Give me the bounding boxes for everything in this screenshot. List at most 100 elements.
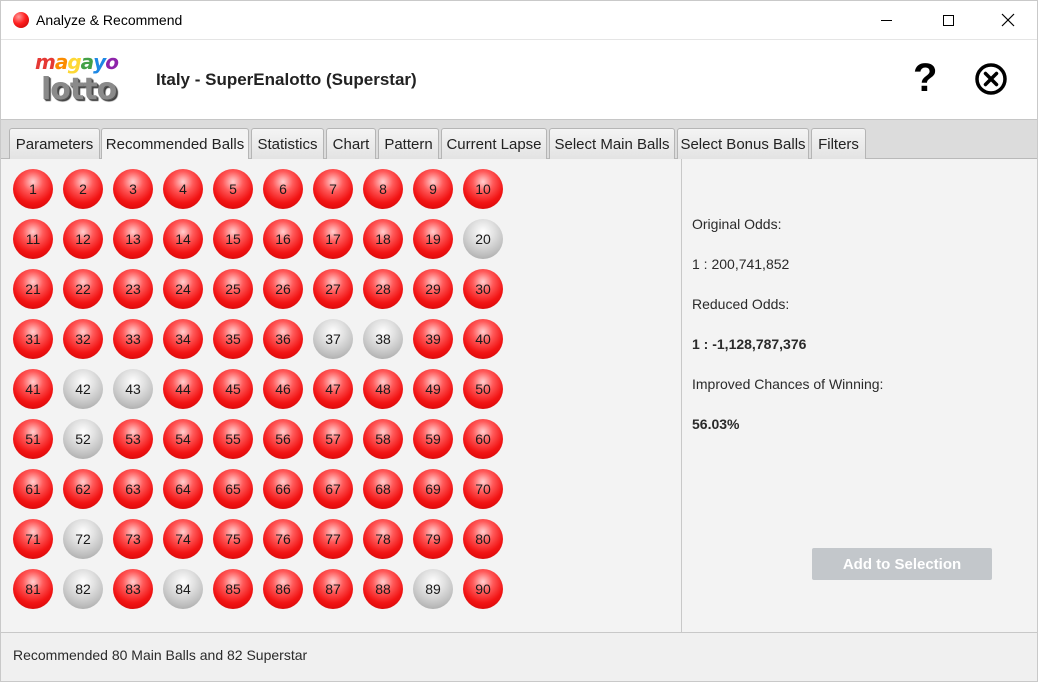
ball-8[interactable]: 8: [363, 169, 403, 209]
ball-48[interactable]: 48: [363, 369, 403, 409]
ball-21[interactable]: 21: [13, 269, 53, 309]
ball-23[interactable]: 23: [113, 269, 153, 309]
ball-29[interactable]: 29: [413, 269, 453, 309]
ball-79[interactable]: 79: [413, 519, 453, 559]
ball-87[interactable]: 87: [313, 569, 353, 609]
ball-90[interactable]: 90: [463, 569, 503, 609]
ball-14[interactable]: 14: [163, 219, 203, 259]
ball-17[interactable]: 17: [313, 219, 353, 259]
ball-31[interactable]: 31: [13, 319, 53, 359]
ball-59[interactable]: 59: [413, 419, 453, 459]
circle-x-icon[interactable]: [974, 62, 1008, 96]
ball-1[interactable]: 1: [13, 169, 53, 209]
ball-76[interactable]: 76: [263, 519, 303, 559]
ball-22[interactable]: 22: [63, 269, 103, 309]
tab-select-main-balls[interactable]: Select Main Balls: [549, 128, 675, 159]
ball-86[interactable]: 86: [263, 569, 303, 609]
ball-41[interactable]: 41: [13, 369, 53, 409]
ball-49[interactable]: 49: [413, 369, 453, 409]
ball-74[interactable]: 74: [163, 519, 203, 559]
ball-9[interactable]: 9: [413, 169, 453, 209]
ball-64[interactable]: 64: [163, 469, 203, 509]
ball-12[interactable]: 12: [63, 219, 103, 259]
ball-7[interactable]: 7: [313, 169, 353, 209]
tab-select-bonus-balls[interactable]: Select Bonus Balls: [677, 128, 809, 159]
ball-52[interactable]: 52: [63, 419, 103, 459]
ball-33[interactable]: 33: [113, 319, 153, 359]
add-to-selection-button[interactable]: Add to Selection: [812, 548, 992, 580]
ball-82[interactable]: 82: [63, 569, 103, 609]
ball-27[interactable]: 27: [313, 269, 353, 309]
ball-24[interactable]: 24: [163, 269, 203, 309]
ball-85[interactable]: 85: [213, 569, 253, 609]
ball-54[interactable]: 54: [163, 419, 203, 459]
ball-58[interactable]: 58: [363, 419, 403, 459]
ball-83[interactable]: 83: [113, 569, 153, 609]
ball-10[interactable]: 10: [463, 169, 503, 209]
ball-56[interactable]: 56: [263, 419, 303, 459]
question-mark-icon[interactable]: ?: [913, 58, 937, 98]
ball-65[interactable]: 65: [213, 469, 253, 509]
ball-72[interactable]: 72: [63, 519, 103, 559]
ball-32[interactable]: 32: [63, 319, 103, 359]
ball-60[interactable]: 60: [463, 419, 503, 459]
tab-recommended-balls[interactable]: Recommended Balls: [101, 128, 249, 160]
ball-5[interactable]: 5: [213, 169, 253, 209]
tab-filters[interactable]: Filters: [811, 128, 866, 159]
ball-42[interactable]: 42: [63, 369, 103, 409]
ball-53[interactable]: 53: [113, 419, 153, 459]
ball-26[interactable]: 26: [263, 269, 303, 309]
ball-4[interactable]: 4: [163, 169, 203, 209]
ball-16[interactable]: 16: [263, 219, 303, 259]
ball-84[interactable]: 84: [163, 569, 203, 609]
ball-13[interactable]: 13: [113, 219, 153, 259]
minimize-button[interactable]: [857, 1, 915, 39]
maximize-button[interactable]: [919, 1, 977, 39]
ball-62[interactable]: 62: [63, 469, 103, 509]
ball-81[interactable]: 81: [13, 569, 53, 609]
ball-77[interactable]: 77: [313, 519, 353, 559]
ball-89[interactable]: 89: [413, 569, 453, 609]
ball-34[interactable]: 34: [163, 319, 203, 359]
tab-chart[interactable]: Chart: [326, 128, 376, 159]
ball-19[interactable]: 19: [413, 219, 453, 259]
ball-28[interactable]: 28: [363, 269, 403, 309]
ball-68[interactable]: 68: [363, 469, 403, 509]
tab-parameters[interactable]: Parameters: [9, 128, 100, 159]
ball-2[interactable]: 2: [63, 169, 103, 209]
ball-88[interactable]: 88: [363, 569, 403, 609]
ball-61[interactable]: 61: [13, 469, 53, 509]
ball-38[interactable]: 38: [363, 319, 403, 359]
tab-current-lapse[interactable]: Current Lapse: [441, 128, 547, 159]
close-button[interactable]: [979, 1, 1037, 39]
ball-63[interactable]: 63: [113, 469, 153, 509]
ball-73[interactable]: 73: [113, 519, 153, 559]
ball-80[interactable]: 80: [463, 519, 503, 559]
ball-70[interactable]: 70: [463, 469, 503, 509]
ball-39[interactable]: 39: [413, 319, 453, 359]
ball-55[interactable]: 55: [213, 419, 253, 459]
ball-71[interactable]: 71: [13, 519, 53, 559]
tab-statistics[interactable]: Statistics: [251, 128, 324, 159]
ball-75[interactable]: 75: [213, 519, 253, 559]
tab-pattern[interactable]: Pattern: [378, 128, 439, 159]
ball-25[interactable]: 25: [213, 269, 253, 309]
ball-3[interactable]: 3: [113, 169, 153, 209]
ball-37[interactable]: 37: [313, 319, 353, 359]
ball-50[interactable]: 50: [463, 369, 503, 409]
ball-45[interactable]: 45: [213, 369, 253, 409]
ball-67[interactable]: 67: [313, 469, 353, 509]
ball-57[interactable]: 57: [313, 419, 353, 459]
ball-47[interactable]: 47: [313, 369, 353, 409]
ball-15[interactable]: 15: [213, 219, 253, 259]
ball-20[interactable]: 20: [463, 219, 503, 259]
ball-11[interactable]: 11: [13, 219, 53, 259]
ball-35[interactable]: 35: [213, 319, 253, 359]
ball-36[interactable]: 36: [263, 319, 303, 359]
ball-51[interactable]: 51: [13, 419, 53, 459]
ball-69[interactable]: 69: [413, 469, 453, 509]
ball-18[interactable]: 18: [363, 219, 403, 259]
ball-30[interactable]: 30: [463, 269, 503, 309]
ball-66[interactable]: 66: [263, 469, 303, 509]
ball-78[interactable]: 78: [363, 519, 403, 559]
